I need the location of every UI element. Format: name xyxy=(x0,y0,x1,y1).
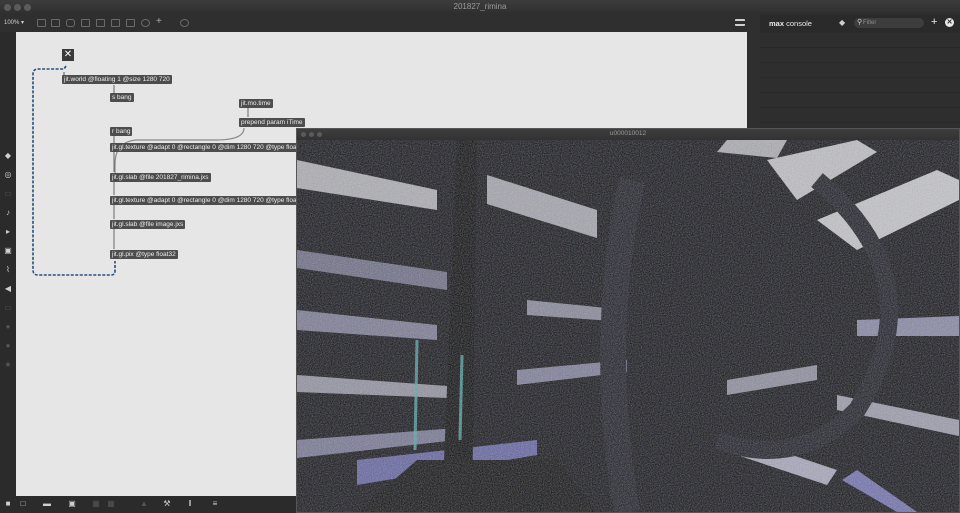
console-row xyxy=(760,48,960,63)
reference-icon[interactable]: ● xyxy=(4,342,12,350)
send-bang-object[interactable]: s bang xyxy=(110,93,134,102)
snap-icon[interactable]: ▦ xyxy=(107,500,115,508)
favorites-icon[interactable]: ★ xyxy=(4,361,12,369)
message-icon[interactable] xyxy=(126,19,135,27)
presentation-mode-icon[interactable]: ▬ xyxy=(43,500,51,508)
diamond-icon[interactable]: ◆ xyxy=(839,19,845,27)
grid-icon[interactable] xyxy=(81,19,90,27)
keyboard-icon[interactable]: ‖ xyxy=(186,500,194,508)
comment-icon[interactable] xyxy=(66,19,75,27)
search-icon: ⚲ xyxy=(857,19,863,26)
jit-gl-texture-object[interactable]: jit.gl.texture @adapt 0 @rectangle 0 @di… xyxy=(110,143,308,152)
wrench-icon[interactable]: ⚒ xyxy=(163,500,171,508)
jit-world-object[interactable]: jit.world @floating 1 @size 1280 720 xyxy=(62,75,172,84)
frame-icon[interactable]: ▭ xyxy=(4,190,12,198)
console-row xyxy=(760,78,960,93)
object-icon[interactable] xyxy=(111,19,120,27)
clock-icon[interactable] xyxy=(141,19,150,27)
zoom-level[interactable]: 100% ▾ xyxy=(4,19,24,26)
close-x-icon[interactable]: ✕ xyxy=(62,49,74,61)
paperclip-icon[interactable]: ⌇ xyxy=(4,266,12,274)
rendered-visual xyxy=(297,140,959,512)
edit-icon[interactable]: □ xyxy=(19,500,27,508)
console-row xyxy=(760,63,960,78)
console-header: max console ◆ Filter ⚲ + ✕ xyxy=(760,15,960,33)
window-title: 201827_rimina xyxy=(453,2,507,11)
prepend-param-object[interactable]: prepend param iTime xyxy=(239,118,305,127)
add-object-icon[interactable]: + xyxy=(156,17,165,27)
grid-toggle-icon[interactable]: ▦ xyxy=(92,500,100,508)
console-row xyxy=(760,33,960,48)
console-row xyxy=(760,93,960,108)
target-icon[interactable]: ◎ xyxy=(4,171,12,179)
lock-icon[interactable] xyxy=(51,19,60,27)
console-row xyxy=(760,108,960,123)
debug-icon[interactable]: ▲ xyxy=(140,500,148,508)
patcher-toolbar: 100% ▾ + xyxy=(0,15,760,32)
left-sidebar: ◆ ◎ ▭ ♪ ▸ ▣ ⌇ ◀ ▭ ● ● ★ xyxy=(0,32,16,496)
media-step-icon[interactable]: ▸ xyxy=(4,228,12,236)
image-icon[interactable]: ▣ xyxy=(4,247,12,255)
jit-gl-texture-object[interactable]: jit.gl.texture @adapt 0 @rectangle 0 @di… xyxy=(110,196,308,205)
sidebar-toggle-icon[interactable] xyxy=(735,19,745,26)
mixer-icon[interactable]: ≡ xyxy=(211,500,219,508)
add-icon[interactable]: + xyxy=(931,17,937,28)
window-titlebar: 201827_rimina xyxy=(0,0,960,16)
console-filter-input[interactable]: Filter xyxy=(854,18,924,28)
new-view-icon[interactable]: ▣ xyxy=(68,500,76,508)
lock-icon[interactable]: ■ xyxy=(4,500,12,508)
jit-gl-slab-object[interactable]: jit.gl.slab @file 201827_rimina.jxs xyxy=(110,173,211,182)
snippet-icon[interactable]: ◀ xyxy=(4,285,12,293)
bottom-toolbar: ■ □ ▬ ▣ ▦ ▦ ▲ ⚒ ‖ ≡ xyxy=(0,496,300,513)
receive-bang-object[interactable]: r bang xyxy=(110,127,133,136)
bpatcher-icon[interactable]: ▭ xyxy=(4,304,12,312)
jit-mo-time-object[interactable]: jit.mo.time xyxy=(239,99,273,108)
presentation-icon[interactable] xyxy=(37,19,46,27)
render-window-titlebar: u000010012 xyxy=(297,129,959,140)
console-title: max console xyxy=(769,19,812,28)
jit-gl-slab-object[interactable]: jit.gl.slab @file image.jxs xyxy=(110,220,186,229)
music-note-icon[interactable]: ♪ xyxy=(4,209,12,217)
render-window-title: u000010012 xyxy=(609,130,647,137)
help-icon[interactable]: ● xyxy=(4,323,12,331)
debug-icon[interactable] xyxy=(180,19,189,27)
cube-icon[interactable]: ◆ xyxy=(4,152,12,160)
jitter-render-window[interactable]: u000010012 xyxy=(296,128,960,513)
align-icon[interactable] xyxy=(96,19,105,27)
clear-console-icon[interactable]: ✕ xyxy=(945,18,954,27)
jit-gl-pix-object[interactable]: jit.gl.pix @type float32 xyxy=(110,250,178,259)
